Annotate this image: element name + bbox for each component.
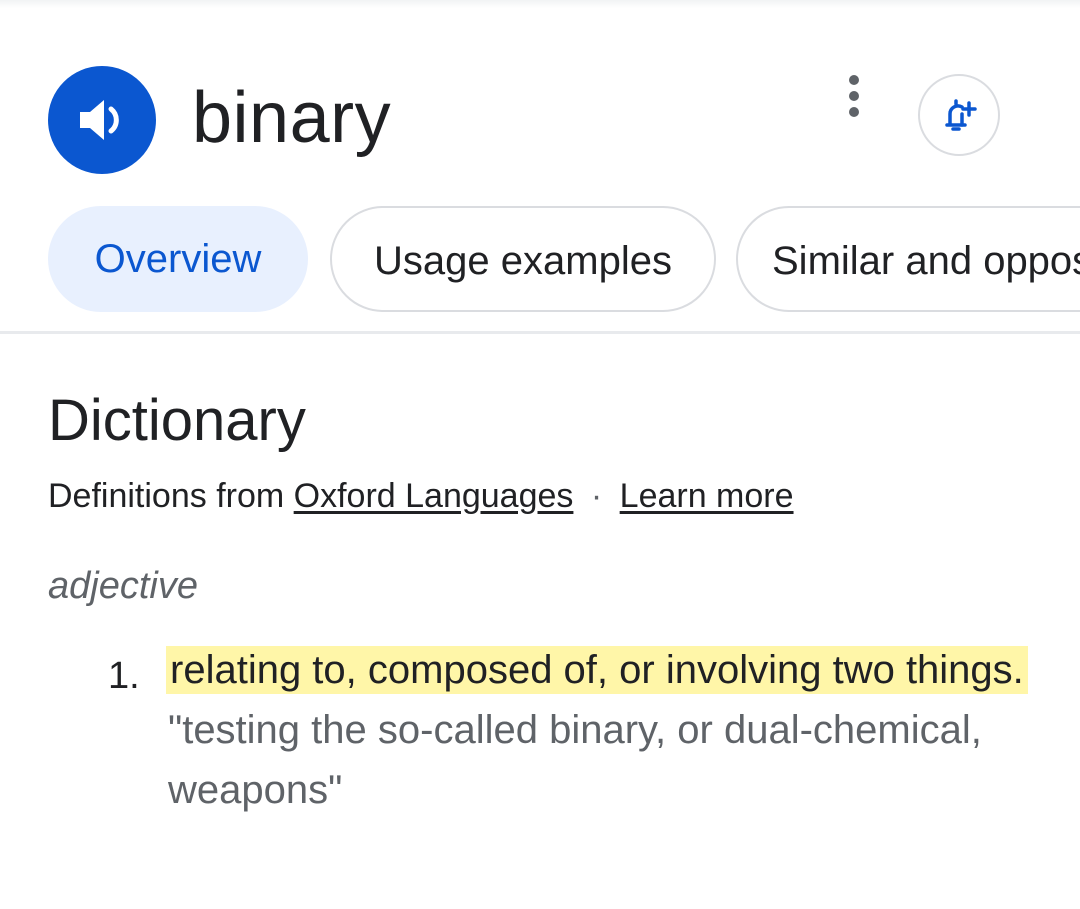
source-prefix: Definitions from xyxy=(48,477,285,515)
tabs-divider xyxy=(0,331,1080,334)
definition-example: "testing the so-called binary, or dual-c… xyxy=(168,708,982,812)
source-separator: · xyxy=(590,477,603,515)
definition-text-container: relating to, composed of, or involving t… xyxy=(168,640,1048,700)
headword: binary xyxy=(192,78,392,158)
more-vert-icon xyxy=(849,75,859,117)
dictionary-page: binary Overview Usage examples Similar a… xyxy=(0,0,1080,909)
add-alert-icon xyxy=(945,99,977,131)
top-edge xyxy=(0,0,1080,8)
dictionary-heading: Dictionary xyxy=(48,388,306,453)
word-header: binary xyxy=(48,66,1048,176)
definition-number: 1. xyxy=(108,655,140,697)
oxford-languages-link[interactable]: Oxford Languages xyxy=(294,477,574,515)
add-alert-button[interactable] xyxy=(918,74,1000,156)
tab-similar-and-opposite-words[interactable]: Similar and opposite words xyxy=(736,206,1080,312)
tab-overview[interactable]: Overview xyxy=(48,206,308,312)
part-of-speech: adjective xyxy=(48,565,198,607)
speaker-icon xyxy=(80,100,119,140)
definition-text: relating to, composed of, or involving t… xyxy=(168,648,1026,692)
definitions-source: Definitions from Oxford Languages · Lear… xyxy=(48,474,794,518)
learn-more-link[interactable]: Learn more xyxy=(620,477,794,515)
pronounce-button[interactable] xyxy=(48,66,156,174)
more-options-button[interactable] xyxy=(828,70,880,122)
definition-item: relating to, composed of, or involving t… xyxy=(168,640,1048,820)
result-tabs: Overview Usage examples Similar and oppo… xyxy=(48,206,1080,314)
tab-usage-examples[interactable]: Usage examples xyxy=(330,206,716,312)
